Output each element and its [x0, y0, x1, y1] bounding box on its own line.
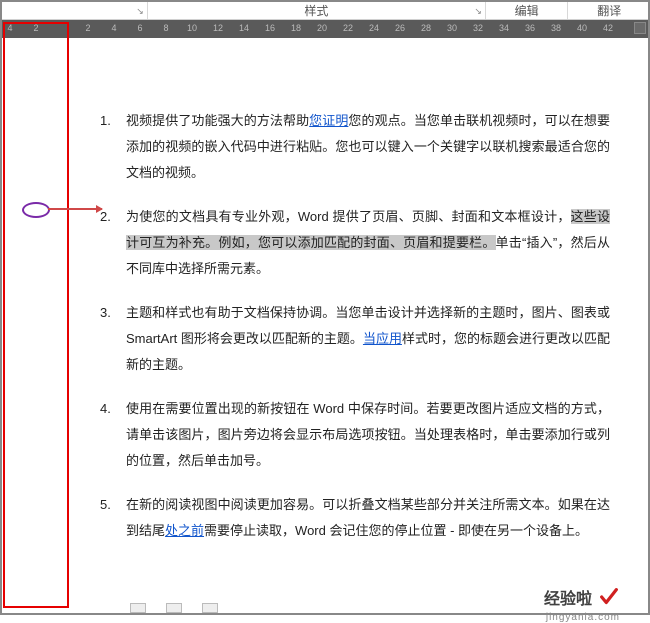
ruler-tick: 4 [111, 23, 116, 33]
ribbon-seg-edit[interactable]: 编辑 [486, 0, 569, 19]
ruler-tick: 30 [447, 23, 457, 33]
ruler-tick: 24 [369, 23, 379, 33]
ribbon-seg-translate[interactable]: 翻译 [568, 0, 650, 19]
ruler-tick: 4 [7, 23, 12, 33]
list-item: 4.使用在需要位置出现的新按钮在 Word 中保存时间。若要更改图片适应文档的方… [100, 396, 610, 474]
ruler-tick: 32 [473, 23, 483, 33]
ruler-tick: 8 [163, 23, 168, 33]
ruler-tick: 38 [551, 23, 561, 33]
highlighted-text[interactable]: 这些设计可互为补充。例如，您可以添加匹配的封面、页眉和提要栏。 [126, 209, 610, 250]
list-text[interactable]: 主题和样式也有助于文档保持协调。当您单击设计并选择新的主题时，图片、图表或 Sm… [126, 300, 610, 378]
annotation-red-arrow [48, 208, 102, 210]
ruler-tick: 2 [85, 23, 90, 33]
list-text[interactable]: 使用在需要位置出现的新按钮在 Word 中保存时间。若要更改图片适应文档的方式，… [126, 396, 610, 474]
hyperlink[interactable]: 处之前 [165, 523, 204, 538]
ribbon: ↘ 样式 ↘ 编辑 翻译 [0, 0, 650, 20]
ruler-tick: 2 [33, 23, 38, 33]
document-body[interactable]: 1.视频提供了功能强大的方法帮助您证明您的观点。当您单击联机视频时，可以在想要添… [0, 38, 650, 582]
list-text[interactable]: 视频提供了功能强大的方法帮助您证明您的观点。当您单击联机视频时，可以在想要添加的… [126, 108, 610, 186]
watermark: 经验啦 [544, 585, 620, 609]
watermark-domain: jingyanla.com [546, 612, 620, 623]
status-icon[interactable] [130, 603, 146, 613]
ruler-tick: 16 [265, 23, 275, 33]
ruler-tick: 14 [239, 23, 249, 33]
status-bar-fragment [130, 603, 218, 613]
ruler-tick: 40 [577, 23, 587, 33]
ruler-tick: 6 [137, 23, 142, 33]
list-number: 1. [100, 108, 126, 186]
status-icon[interactable] [202, 603, 218, 613]
status-icon[interactable] [166, 603, 182, 613]
list-item: 2.为使您的文档具有专业外观，Word 提供了页眉、页脚、封面和文本框设计，这些… [100, 204, 610, 282]
ribbon-edit-label: 编辑 [515, 0, 539, 19]
list-item: 1.视频提供了功能强大的方法帮助您证明您的观点。当您单击联机视频时，可以在想要添… [100, 108, 610, 186]
dialog-launcher-icon[interactable]: ↘ [136, 6, 144, 17]
ruler-tick: 20 [317, 23, 327, 33]
ruler-tick: 26 [395, 23, 405, 33]
checkmark-icon [598, 586, 620, 608]
list-item: 3.主题和样式也有助于文档保持协调。当您单击设计并选择新的主题时，图片、图表或 … [100, 300, 610, 378]
ribbon-translate-label: 翻译 [597, 0, 621, 19]
hyperlink[interactable]: 当应用 [363, 331, 402, 346]
ribbon-styles-label: 样式 [304, 0, 328, 19]
hyperlink[interactable]: 您证明 [309, 113, 348, 128]
horizontal-ruler[interactable]: 4224681012141618202224262830323436384042 [0, 20, 650, 38]
watermark-brand: 经验啦 [544, 585, 592, 609]
list-number: 3. [100, 300, 126, 378]
annotation-purple-ellipse [22, 202, 50, 218]
ruler-tick: 28 [421, 23, 431, 33]
ruler-tick: 12 [213, 23, 223, 33]
ruler-tick: 22 [343, 23, 353, 33]
view-ruler-button[interactable] [634, 22, 646, 34]
dialog-launcher-icon[interactable]: ↘ [474, 6, 482, 17]
ruler-tick: 42 [603, 23, 613, 33]
list-number: 4. [100, 396, 126, 474]
ribbon-seg-left: ↘ [0, 0, 148, 19]
list-text[interactable]: 为使您的文档具有专业外观，Word 提供了页眉、页脚、封面和文本框设计，这些设计… [126, 204, 610, 282]
ruler-tick: 36 [525, 23, 535, 33]
list-text[interactable]: 在新的阅读视图中阅读更加容易。可以折叠文档某些部分并关注所需文本。如果在达到结尾… [126, 492, 610, 544]
ribbon-seg-styles[interactable]: 样式 ↘ [148, 0, 486, 19]
list-number: 2. [100, 204, 126, 282]
ruler-tick: 34 [499, 23, 509, 33]
ruler-tick: 10 [187, 23, 197, 33]
list-number: 5. [100, 492, 126, 544]
ruler-tick: 18 [291, 23, 301, 33]
list-item: 5.在新的阅读视图中阅读更加容易。可以折叠文档某些部分并关注所需文本。如果在达到… [100, 492, 610, 544]
